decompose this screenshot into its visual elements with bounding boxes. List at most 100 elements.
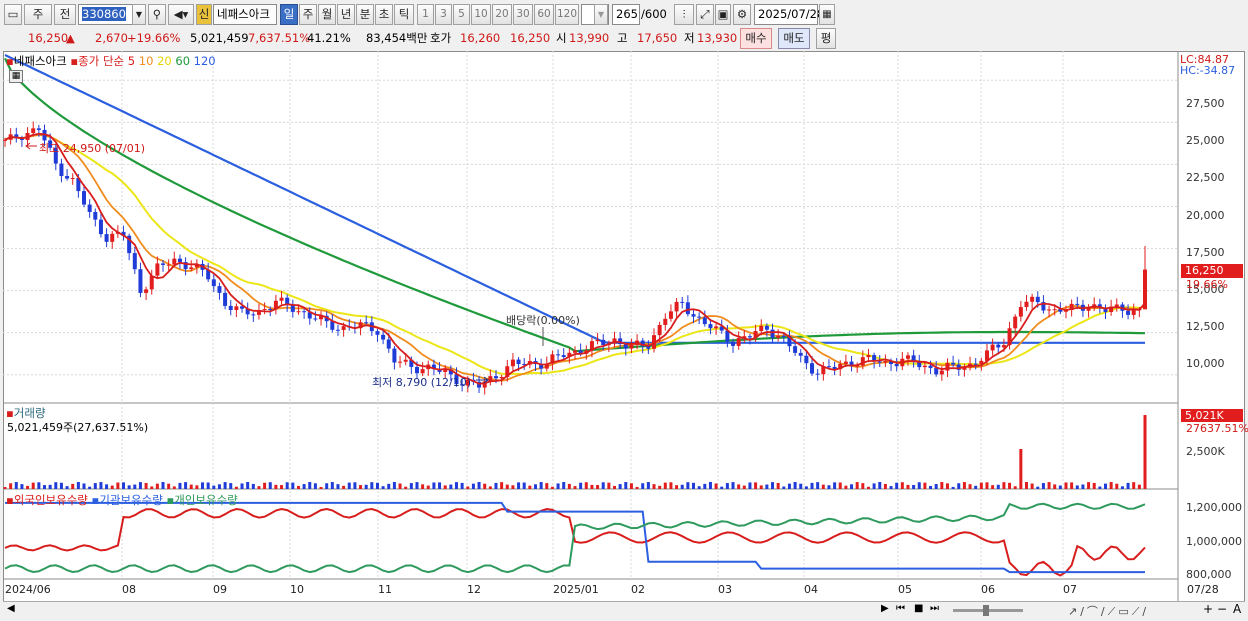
scroll-left-icon[interactable]: ◀ — [7, 603, 15, 614]
zoom-slider-handle[interactable] — [983, 605, 989, 616]
volume-bar — [375, 482, 379, 489]
candle-body — [211, 279, 216, 287]
scroll-right-icon[interactable]: ▶ — [881, 603, 889, 614]
first-icon[interactable]: ⏮ — [896, 603, 905, 614]
volume-bar — [1053, 484, 1057, 489]
candle-body — [934, 368, 939, 375]
volume-bar — [229, 483, 233, 489]
auto-scale-icon[interactable]: A — [1233, 602, 1241, 616]
volume-bar — [1103, 483, 1107, 489]
candle-body — [1131, 310, 1136, 315]
drawing-tools-icon[interactable]: ↗∕⌒∕⟋▭⟋∕ — [1068, 603, 1149, 619]
volume-bar — [99, 482, 103, 489]
price-legend: ▪네패스아크 ▪종가 단순 5 10 20 60 120 — [6, 54, 216, 68]
volume-bar — [748, 482, 752, 489]
candle-body — [189, 267, 194, 270]
candle-body — [736, 338, 741, 346]
holding-legend: ▪외국인보유수량 ▪기관보유수량 ▪개인보유수량 — [6, 493, 238, 507]
y-tick: 25,000 — [1186, 134, 1225, 147]
volume-bar — [206, 482, 210, 489]
candle-body — [414, 366, 419, 374]
candle-body — [685, 302, 690, 315]
stop-icon[interactable]: ■ — [914, 603, 923, 614]
volume-bar — [692, 482, 696, 489]
hc-label: HC:-34.87 — [1180, 64, 1236, 77]
x-tick: 12 — [467, 583, 481, 596]
candle-body — [251, 314, 256, 316]
stock-chart — [3, 51, 1179, 601]
volume-bar — [607, 482, 611, 489]
candle-body — [104, 234, 109, 242]
candle-body — [87, 204, 92, 212]
x-tick: 08 — [122, 583, 136, 596]
volume-bar — [223, 482, 227, 489]
x-tick: 02 — [631, 583, 645, 596]
candle-body — [629, 344, 634, 349]
chart-scrollbar[interactable]: ◀ ▶ ⏮ ■ ⏭ ↗∕⌒∕⟋▭⟋∕ + − A — [3, 601, 1245, 618]
candle-body — [877, 361, 882, 363]
candle-body — [922, 365, 927, 368]
volume-bar — [923, 482, 927, 489]
last-icon[interactable]: ⏭ — [930, 603, 939, 614]
volume-bar — [979, 482, 983, 489]
zoom-in-icon[interactable]: + — [1203, 602, 1213, 616]
y-tick: 22,500 — [1186, 171, 1225, 184]
volume-bar — [336, 484, 340, 489]
volume-bar — [26, 485, 30, 489]
volume-bar — [1058, 485, 1062, 489]
candle-body — [1018, 307, 1023, 317]
candle-body — [668, 311, 673, 319]
individual-series-label: 개인보유수량 — [174, 493, 238, 507]
candle-body — [747, 336, 752, 338]
volume-bar — [985, 482, 989, 489]
volume-bar — [782, 486, 786, 489]
volume-bar — [754, 482, 758, 489]
volume-bar — [742, 485, 746, 489]
volume-bar — [116, 482, 120, 489]
volume-bar — [500, 482, 504, 489]
x-tick: 2024/06 — [5, 583, 51, 596]
volume-bar — [1008, 482, 1012, 489]
volume-bar — [658, 485, 662, 489]
volume-bar — [945, 483, 949, 489]
x-tick: 03 — [718, 583, 732, 596]
volume-bar — [917, 482, 921, 489]
volume-bar — [1024, 482, 1028, 489]
volume-bar — [737, 484, 741, 489]
volume-bar — [686, 482, 690, 489]
volume-bar — [178, 482, 182, 489]
volume-bar — [31, 482, 35, 489]
volume-bar — [635, 486, 639, 489]
volume-bar — [883, 483, 887, 489]
candle-body — [510, 359, 515, 367]
x-tick: 07 — [1063, 583, 1077, 596]
volume-bar — [562, 482, 566, 489]
candle-body — [708, 324, 713, 329]
volume-bar — [629, 483, 633, 489]
ma-10: 10 — [138, 54, 154, 68]
candle-body — [493, 376, 498, 379]
zoom-out-icon[interactable]: − — [1217, 602, 1227, 616]
volume-bar — [291, 482, 295, 489]
candle-body — [132, 253, 137, 270]
volume-bar — [545, 483, 549, 489]
volume-bar — [404, 486, 408, 489]
volume-bar — [319, 486, 323, 489]
volume-bar — [110, 485, 114, 489]
volume-bar — [962, 482, 966, 489]
table-icon[interactable]: ▦ — [9, 70, 23, 83]
volume-bar — [652, 484, 656, 489]
candle-body — [177, 258, 182, 263]
candle-body — [826, 366, 831, 368]
volume-bar — [522, 482, 526, 489]
volume-last-tag: 5,021K — [1181, 409, 1243, 422]
volume-bar — [720, 486, 724, 489]
volume-bar — [646, 482, 650, 489]
volume-bar — [195, 485, 199, 489]
volume-bar — [505, 484, 509, 489]
volume-value: 5,021,459주(27,637.51%) — [7, 421, 149, 434]
volume-bar — [127, 485, 131, 489]
last-price-tag: 16,250 — [1181, 264, 1243, 278]
x-tick: 04 — [804, 583, 818, 596]
candle-body — [815, 373, 820, 375]
